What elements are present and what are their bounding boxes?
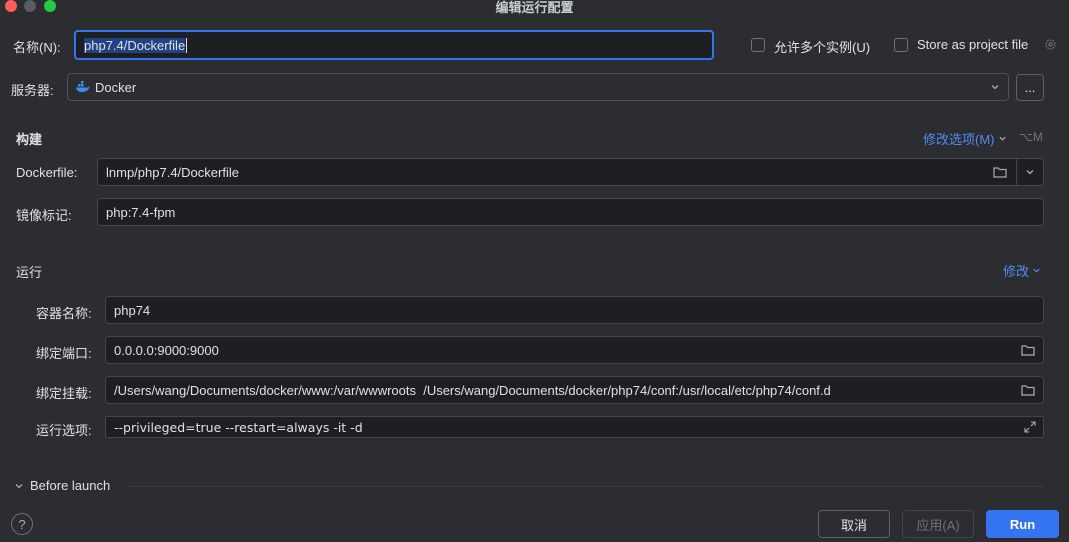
container-name-value: php74 — [114, 302, 151, 318]
image-tag-value: php:7.4-fpm — [106, 204, 176, 220]
name-label: 名称(N): — [13, 40, 61, 55]
server-value: Docker — [95, 79, 137, 95]
before-launch-toggle[interactable]: Before launch — [14, 478, 110, 493]
title-bar: 编辑运行配置 — [0, 0, 1069, 15]
expand-icon[interactable] — [1022, 419, 1038, 435]
bind-mounts-label: 绑定挂载: — [36, 386, 92, 401]
run-heading: 运行 — [16, 265, 43, 280]
modify-options-label: 修改选项(M) — [923, 132, 995, 147]
folder-icon[interactable] — [991, 163, 1009, 181]
modify-options-shortcut: ⌥M — [1019, 130, 1043, 144]
chevron-down-icon — [998, 136, 1006, 141]
run-options-value: --privileged=true --restart=always -it -… — [114, 419, 363, 435]
chevron-down-icon — [15, 483, 23, 488]
bind-ports-value: 0.0.0.0:9000:9000 — [114, 342, 219, 358]
text-caret — [186, 37, 188, 53]
allow-multiple-checkbox[interactable] — [751, 38, 765, 52]
run-options-label: 运行选项: — [36, 423, 92, 438]
chevron-down-icon — [1033, 268, 1040, 273]
container-name-label: 容器名称: — [36, 306, 92, 321]
dockerfile-input[interactable]: lnmp/php7.4/Dockerfile — [97, 158, 1044, 186]
store-project-checkbox[interactable] — [894, 38, 908, 52]
before-launch-label: Before launch — [30, 478, 111, 493]
docker-icon — [76, 81, 90, 93]
image-tag-input[interactable]: php:7.4-fpm — [97, 198, 1044, 226]
run-button[interactable]: Run — [986, 510, 1059, 538]
image-tag-label: 镜像标记: — [16, 208, 72, 223]
server-label: 服务器: — [11, 83, 54, 98]
bind-ports-label: 绑定端口: — [36, 346, 92, 361]
store-project-label[interactable]: Store as project file — [917, 37, 1028, 52]
before-launch-divider — [126, 486, 1044, 487]
dockerfile-value: lnmp/php7.4/Dockerfile — [106, 164, 239, 180]
name-value: php7.4/Dockerfile — [84, 37, 186, 53]
dockerfile-history-chevron-icon[interactable] — [1021, 163, 1039, 181]
bind-mounts-value: /Users/wang/Documents/docker/www:/var/ww… — [114, 382, 831, 398]
run-options-input[interactable]: --privileged=true --restart=always -it -… — [105, 416, 1044, 438]
apply-button[interactable]: 应用(A) — [902, 510, 974, 538]
dockerfile-label: Dockerfile: — [16, 165, 78, 180]
name-input[interactable]: php7.4/Dockerfile — [74, 30, 714, 60]
window-title: 编辑运行配置 — [495, 0, 574, 15]
bind-ports-input[interactable]: 0.0.0.0:9000:9000 — [105, 336, 1044, 364]
folder-icon[interactable] — [1019, 381, 1037, 399]
server-more-button[interactable]: ... — [1016, 74, 1044, 101]
gear-icon[interactable] — [1043, 37, 1057, 51]
container-name-input[interactable]: php74 — [105, 296, 1044, 324]
server-select[interactable]: Docker — [67, 73, 1009, 101]
build-heading: 构建 — [16, 132, 43, 147]
bind-mounts-input[interactable]: /Users/wang/Documents/docker/www:/var/ww… — [105, 376, 1044, 404]
run-modify-link[interactable]: 修改 — [1003, 261, 1041, 280]
cancel-button[interactable]: 取消 — [818, 510, 890, 538]
help-button[interactable]: ? — [11, 513, 33, 535]
modify-options-link[interactable]: 修改选项(M) — [923, 129, 1007, 148]
chevron-down-icon — [990, 80, 1000, 95]
folder-icon[interactable] — [1019, 341, 1037, 359]
run-modify-label: 修改 — [1003, 264, 1030, 279]
allow-multiple-label[interactable]: 允许多个实例(U) — [774, 37, 870, 56]
dockerfile-divider — [1016, 159, 1017, 185]
